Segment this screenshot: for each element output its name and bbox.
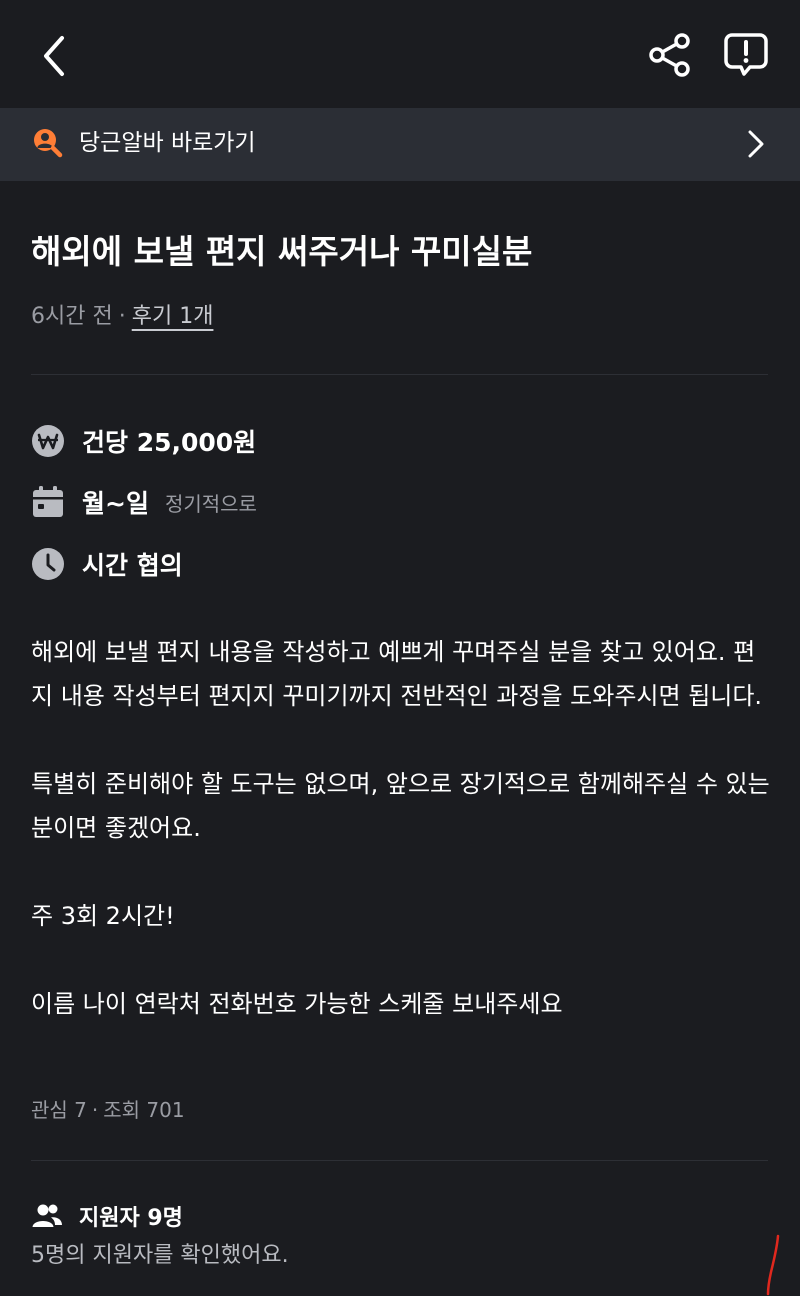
- stats-separator: ·: [91, 1098, 99, 1122]
- description-paragraph: 이름 나이 연락처 전화번호 가능한 스케줄 보내주세요: [31, 990, 563, 1018]
- applicants-section[interactable]: 지원자 9명: [31, 1196, 183, 1236]
- clock-icon: [32, 548, 64, 580]
- view-count: 조회 701: [103, 1098, 185, 1122]
- days-note: 정기적으로: [164, 491, 257, 516]
- interest-count: 관심 7: [31, 1098, 87, 1122]
- daangn-alba-banner[interactable]: 당근알바 바로가기: [0, 108, 800, 181]
- posted-time: 6시간 전: [31, 304, 113, 329]
- chevron-left-icon: [44, 36, 64, 76]
- divider: [31, 1160, 768, 1161]
- share-icon: [649, 33, 690, 77]
- description-paragraph: 해외에 보낼 편지 내용을 작성하고 예쁘게 꾸며주실 분을 찾고 있어요. 편…: [31, 638, 763, 710]
- pay-row: 건당 25,000원: [31, 421, 256, 461]
- post-title: 해외에 보낼 편지 써주거나 꾸미실분: [31, 232, 533, 271]
- back-button[interactable]: [30, 28, 78, 84]
- people-icon: [32, 1204, 62, 1227]
- report-button[interactable]: [718, 26, 774, 82]
- won-icon: [32, 425, 64, 457]
- description-paragraph: 특별히 준비해야 할 도구는 없으며, 앞으로 장기적으로 함께해주실 수 있는…: [31, 770, 770, 842]
- top-navigation-bar: [0, 0, 800, 108]
- days-row: 월~일 정기적으로: [31, 482, 257, 522]
- share-button[interactable]: [642, 28, 696, 82]
- post-stats: 관심 7 · 조회 701: [31, 1094, 185, 1126]
- review-link[interactable]: 후기 1개: [132, 304, 214, 329]
- red-annotation-mark: [766, 1234, 780, 1296]
- applicants-title: 지원자 9명: [79, 1206, 183, 1231]
- calendar-icon: [33, 486, 63, 517]
- meta-separator: ·: [118, 304, 126, 329]
- pay-text: 건당 25,000원: [82, 428, 257, 457]
- time-row: 시간 협의: [31, 544, 183, 584]
- applicants-subtitle: 5명의 지원자를 확인했어요.: [31, 1243, 289, 1268]
- report-icon: [724, 33, 768, 76]
- description-paragraph: 주 3회 2시간!: [31, 902, 175, 930]
- divider: [31, 374, 768, 375]
- post-description: 해외에 보낼 편지 내용을 작성하고 예쁘게 꾸며주실 분을 찾고 있어요. 편…: [31, 630, 776, 1026]
- search-person-icon: [34, 129, 63, 158]
- days-text: 월~일: [82, 489, 149, 518]
- banner-label: 당근알바 바로가기: [79, 130, 256, 156]
- time-text: 시간 협의: [82, 551, 183, 580]
- post-meta: 6시간 전 · 후기 1개: [31, 300, 213, 334]
- chevron-right-icon: [748, 130, 764, 158]
